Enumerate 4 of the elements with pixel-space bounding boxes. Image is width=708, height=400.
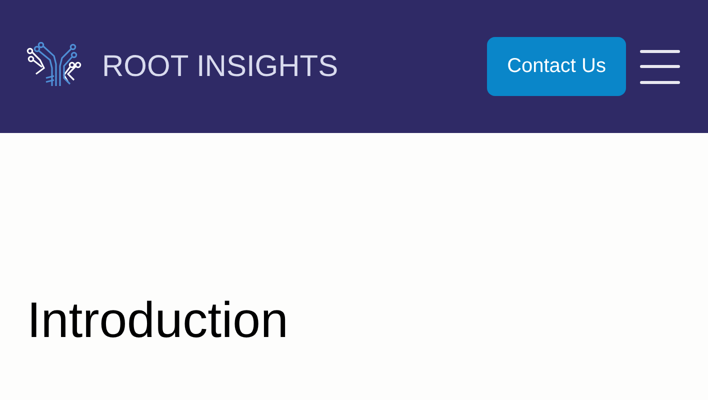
contact-button[interactable]: Contact Us — [487, 37, 626, 96]
brand-name: ROOT INSIGHTS — [102, 50, 338, 84]
menu-icon[interactable] — [640, 50, 680, 84]
section-heading: Introduction — [27, 295, 290, 345]
